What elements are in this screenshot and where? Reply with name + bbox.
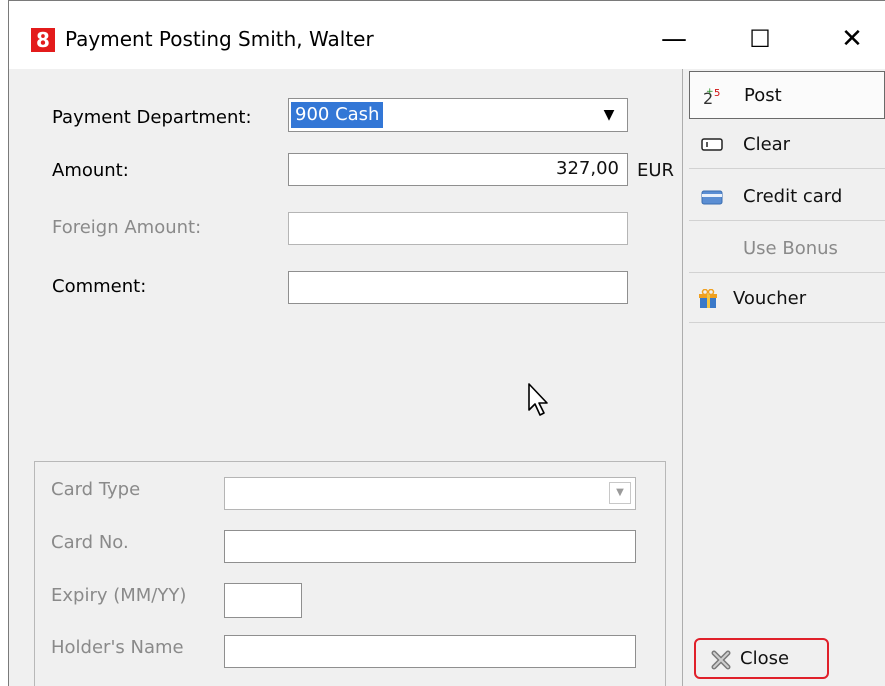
clear-label: Clear (743, 134, 791, 155)
holder-name-label: Holder's Name (51, 637, 184, 658)
card-details-group: Card Type ▼ Card No. Expiry (MM/YY) Hold… (34, 461, 666, 686)
card-type-label: Card Type (51, 479, 141, 500)
expiry-label: Expiry (MM/YY) (51, 585, 187, 606)
payment-form: Payment Department: 900 Cash ▼ Amount: 3… (9, 69, 681, 686)
amount-value: 327,00 (556, 158, 619, 179)
close-window-button[interactable]: ✕ (827, 19, 877, 59)
use-bonus-button[interactable]: Use Bonus (689, 225, 885, 273)
title-bar: 8 Payment Posting Smith, Walter — ☐ ✕ (9, 1, 885, 69)
payment-posting-window: 8 Payment Posting Smith, Walter — ☐ ✕ Pa… (8, 0, 885, 686)
credit-card-icon (701, 190, 723, 205)
voucher-button[interactable]: Voucher (689, 275, 885, 323)
comment-label: Comment: (52, 276, 147, 297)
comment-input[interactable] (288, 271, 628, 304)
use-bonus-label: Use Bonus (743, 238, 838, 259)
card-type-select[interactable]: ▼ (224, 477, 636, 510)
payment-department-value: 900 Cash (291, 102, 384, 128)
close-label: Close (740, 648, 790, 669)
card-no-input[interactable] (224, 530, 636, 563)
credit-card-label: Credit card (743, 186, 843, 207)
maximize-button[interactable]: ☐ (735, 19, 785, 59)
gift-icon (699, 289, 717, 308)
chevron-down-icon[interactable]: ▼ (597, 103, 621, 127)
svg-text:5: 5 (714, 88, 720, 99)
minimize-button[interactable]: — (649, 19, 699, 59)
post-button[interactable]: 2 5 + Post (689, 71, 885, 119)
post-label: Post (744, 85, 782, 106)
svg-text:+: + (706, 87, 714, 97)
action-sidebar: 2 5 + Post Clear Credit card Use Bonus V… (682, 69, 885, 686)
chevron-down-icon[interactable]: ▼ (609, 482, 631, 504)
voucher-label: Voucher (733, 288, 807, 309)
holder-name-input[interactable] (224, 635, 636, 668)
close-x-icon (711, 650, 731, 670)
amount-input[interactable]: 327,00 (288, 153, 628, 186)
foreign-amount-label: Foreign Amount: (52, 217, 202, 238)
foreign-amount-input[interactable] (288, 212, 628, 245)
credit-card-button[interactable]: Credit card (689, 173, 885, 221)
post-icon: 2 5 + (703, 87, 720, 106)
mouse-cursor-icon (528, 383, 548, 416)
app-icon: 8 (31, 28, 55, 52)
currency-label: EUR (637, 160, 675, 181)
payment-department-select[interactable]: 900 Cash ▼ (288, 98, 628, 132)
card-no-label: Card No. (51, 532, 129, 553)
close-button[interactable]: Close (694, 638, 829, 679)
payment-department-label: Payment Department: (52, 107, 252, 128)
expiry-input[interactable] (224, 583, 302, 618)
window-title: Payment Posting Smith, Walter (65, 27, 374, 51)
eraser-icon (701, 138, 723, 151)
amount-label: Amount: (52, 160, 129, 181)
clear-button[interactable]: Clear (689, 121, 885, 169)
